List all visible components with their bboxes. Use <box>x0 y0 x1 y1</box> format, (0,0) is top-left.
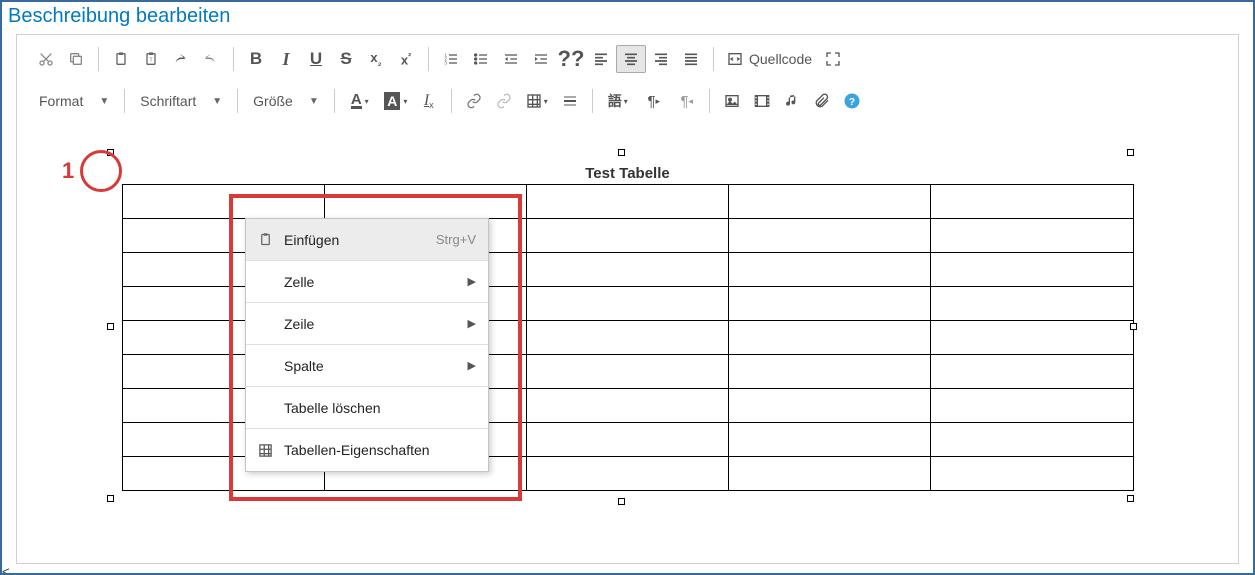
svg-text:?: ? <box>849 96 855 108</box>
align-justify-icon[interactable] <box>676 45 706 73</box>
paste-special-icon[interactable]: T <box>136 45 166 73</box>
cut-icon[interactable] <box>31 45 61 73</box>
link-icon[interactable] <box>459 87 489 115</box>
chevron-right-icon: ▶ <box>468 317 476 330</box>
svg-text:3: 3 <box>444 60 447 65</box>
bullet-list-icon[interactable] <box>466 45 496 73</box>
superscript-icon[interactable]: x² <box>391 45 421 73</box>
format-combo[interactable]: Format▼ <box>31 87 117 115</box>
context-menu: Einfügen Strg+V Zelle ▶ Zeile ▶ Spalte ▶… <box>245 218 489 472</box>
source-button[interactable]: Quellcode <box>721 45 818 73</box>
strike-icon[interactable]: S <box>331 45 361 73</box>
ctx-label: Tabelle löschen <box>284 400 476 416</box>
ctx-cell[interactable]: Zelle ▶ <box>246 261 488 303</box>
ctx-label: Spalte <box>284 358 458 374</box>
page-title: Beschreibung bearbeiten <box>2 2 1253 34</box>
blockquote-icon[interactable]: ?? <box>556 45 586 73</box>
ctx-label: Tabellen-Eigenschaften <box>284 442 476 458</box>
underline-icon[interactable]: U <box>301 45 331 73</box>
ctx-label: Zelle <box>284 274 458 290</box>
size-combo[interactable]: Größe▼ <box>245 87 327 115</box>
text-color-icon[interactable]: A▾ <box>342 87 378 115</box>
chevron-right-icon: ▶ <box>468 359 476 372</box>
ctx-label: Einfügen <box>284 232 426 248</box>
ctx-table-properties[interactable]: Tabellen-Eigenschaften <box>246 429 488 471</box>
font-combo[interactable]: Schriftart▼ <box>132 87 230 115</box>
align-left-icon[interactable] <box>586 45 616 73</box>
align-center-icon[interactable] <box>616 45 646 73</box>
format-label: Format <box>39 93 83 109</box>
undo-icon[interactable] <box>166 45 196 73</box>
font-label: Schriftart <box>140 93 196 109</box>
toolbar: T B I U S x₂ x² 123 <box>17 35 1238 133</box>
indent-icon[interactable] <box>526 45 556 73</box>
ctx-row[interactable]: Zeile ▶ <box>246 303 488 345</box>
table-caption: Test Tabelle <box>122 165 1134 182</box>
svg-text:T: T <box>149 58 153 64</box>
editor-canvas[interactable]: Test Tabelle <box>17 133 1238 563</box>
ctx-label: Zeile <box>284 316 458 332</box>
paste-icon <box>256 232 274 247</box>
numbered-list-icon[interactable]: 123 <box>436 45 466 73</box>
editor: T B I U S x₂ x² 123 <box>16 34 1239 564</box>
bold-icon[interactable]: B <box>241 45 271 73</box>
unlink-icon[interactable] <box>489 87 519 115</box>
table-icon <box>256 443 274 458</box>
size-label: Größe <box>253 93 293 109</box>
hr-icon[interactable] <box>555 87 585 115</box>
ltr-icon[interactable]: ¶▸ <box>636 87 672 115</box>
attachment-icon[interactable] <box>807 87 837 115</box>
subscript-icon[interactable]: x₂ <box>361 45 391 73</box>
table-icon[interactable]: ▾ <box>519 87 555 115</box>
chevron-right-icon: ▶ <box>468 275 476 288</box>
italic-icon[interactable]: I <box>271 45 301 73</box>
redo-icon[interactable] <box>196 45 226 73</box>
source-label: Quellcode <box>749 51 812 67</box>
align-right-icon[interactable] <box>646 45 676 73</box>
ctx-delete-table[interactable]: Tabelle löschen <box>246 387 488 429</box>
paste-icon[interactable] <box>106 45 136 73</box>
ctx-shortcut: Strg+V <box>436 232 476 247</box>
ctx-paste[interactable]: Einfügen Strg+V <box>246 219 488 261</box>
copy-icon[interactable] <box>61 45 91 73</box>
help-icon[interactable]: ? <box>837 87 867 115</box>
video-icon[interactable] <box>747 87 777 115</box>
rtl-icon[interactable]: ¶◂ <box>672 87 702 115</box>
ctx-column[interactable]: Spalte ▶ <box>246 345 488 387</box>
remove-format-icon[interactable]: Ix <box>414 87 444 115</box>
audio-icon[interactable] <box>777 87 807 115</box>
outdent-icon[interactable] <box>496 45 526 73</box>
language-icon[interactable]: 語▾ <box>600 87 636 115</box>
bg-color-icon[interactable]: A▾ <box>378 87 414 115</box>
table-row <box>122 185 1133 219</box>
maximize-icon[interactable] <box>818 45 848 73</box>
image-icon[interactable] <box>717 87 747 115</box>
